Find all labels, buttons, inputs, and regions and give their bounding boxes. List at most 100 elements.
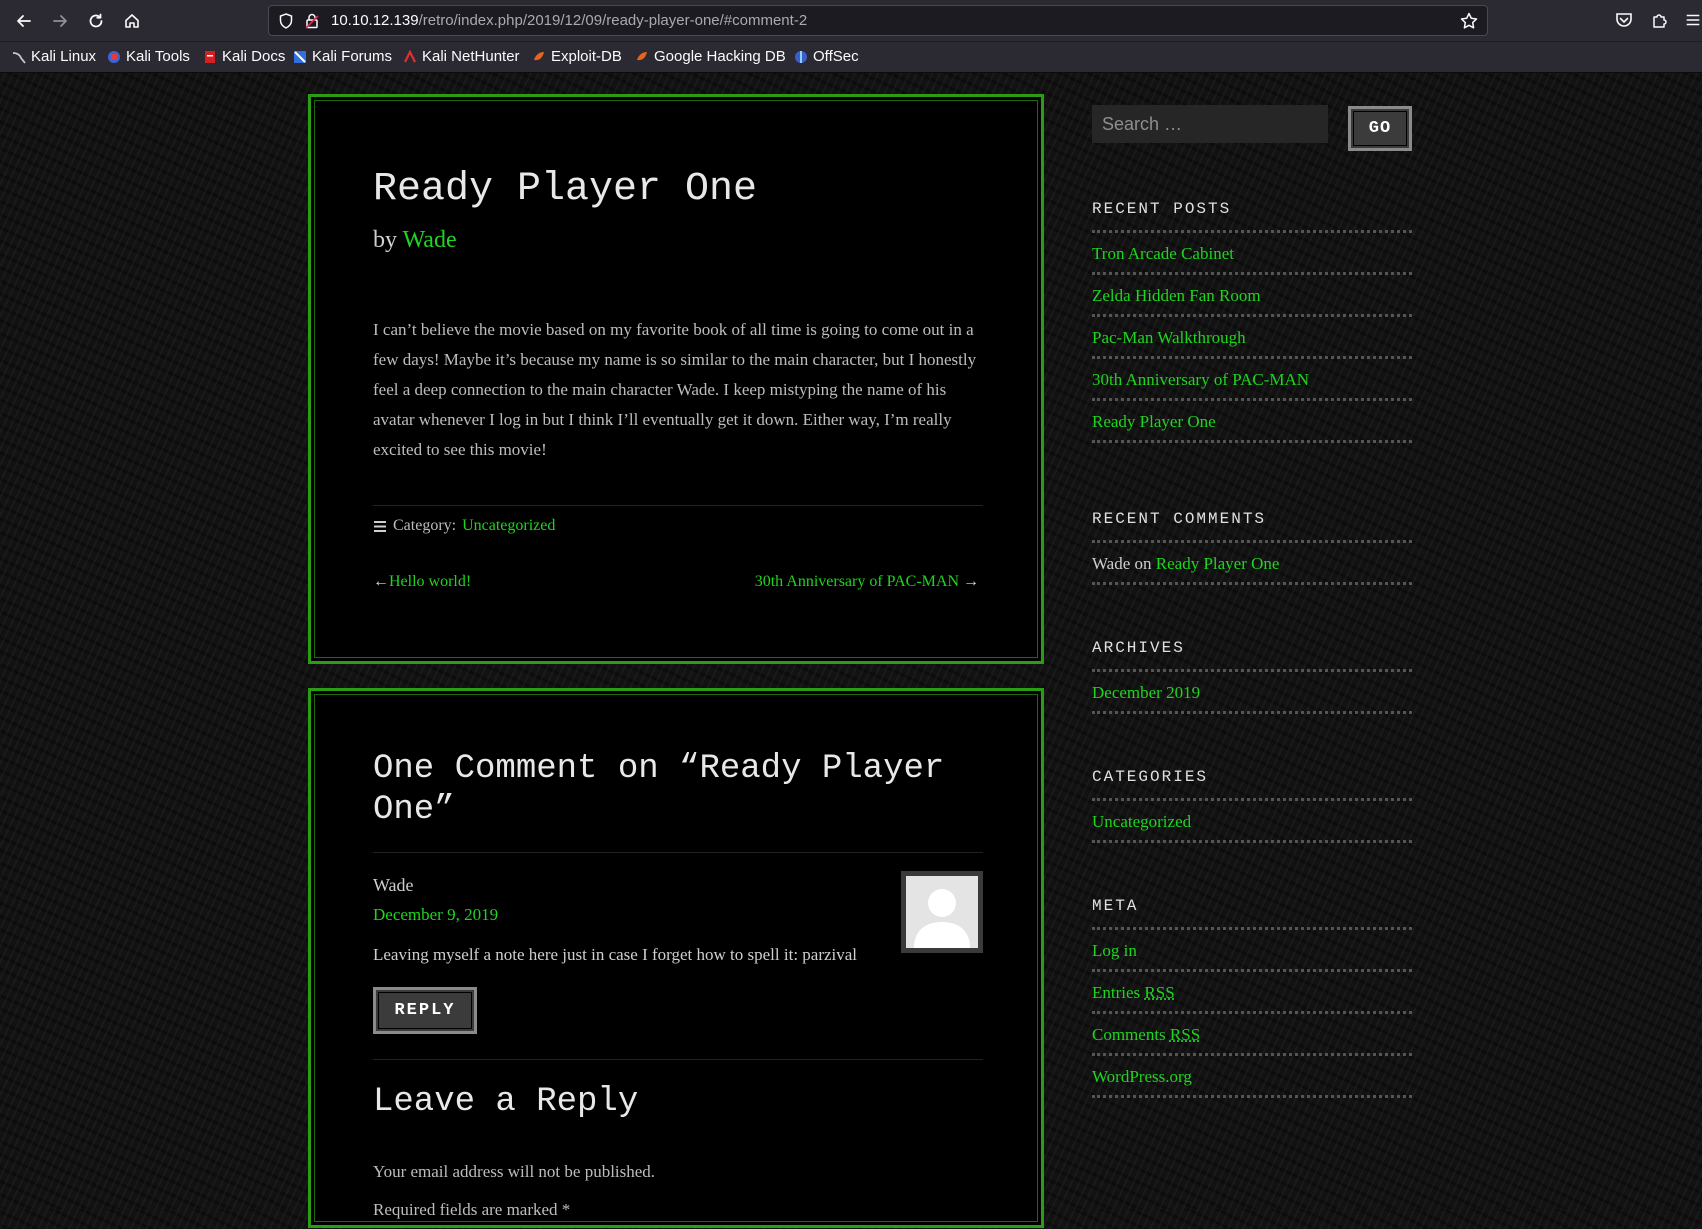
meta-link-text: Entries (1092, 983, 1145, 1002)
leave-reply-title: Leave a Reply (373, 1083, 639, 1121)
meta-comments-rss-link[interactable]: Comments RSS (1092, 1014, 1412, 1056)
insecure-lock-icon[interactable] (303, 12, 321, 30)
recent-comments-widget: RECENT COMMENTS Wade on Ready Player One (1092, 506, 1412, 585)
recent-post-link[interactable]: 30th Anniversary of PAC-MAN (1092, 359, 1412, 401)
bookmark-label: Kali Forums (312, 48, 393, 65)
post-byline: by Wade (373, 227, 457, 254)
meta-login-link[interactable]: Log in (1092, 930, 1412, 972)
meta-entries-rss-link[interactable]: Entries RSS (1092, 972, 1412, 1014)
bookmark-label: Kali Tools (126, 48, 190, 65)
meta-link-text: Comments (1092, 1025, 1170, 1044)
comment-date-link[interactable]: December 9, 2019 (373, 905, 498, 925)
address-bar[interactable]: 10.10.12.139/retro/index.php/2019/12/09/… (268, 5, 1488, 36)
recent-post-link[interactable]: Tron Arcade Cabinet (1092, 233, 1412, 275)
url-host: 10.10.12.139 (331, 12, 419, 29)
meta-wordpress-link[interactable]: WordPress.org (1092, 1056, 1412, 1098)
reply-form-notes: Your email address will not be published… (373, 1153, 655, 1229)
rss-abbr: RSS (1169, 1025, 1201, 1044)
meta-link-text: WordPress.org (1092, 1067, 1192, 1086)
bookmark-kali-linux[interactable]: Kali Linux (12, 48, 96, 65)
kali-forums-icon (294, 50, 306, 63)
post-title: Ready Player One (373, 167, 758, 212)
post-body: I can’t believe the movie based on my fa… (373, 320, 977, 459)
avatar (901, 871, 983, 953)
bookmark-kali-tools[interactable]: Kali Tools (107, 48, 190, 65)
categories-widget: CATEGORIES Uncategorized (1092, 764, 1412, 843)
nethunter-icon (404, 49, 416, 62)
recent-post-link[interactable]: Zelda Hidden Fan Room (1092, 275, 1412, 317)
bookmark-label: OffSec (813, 48, 859, 65)
exploit-db-icon (534, 51, 544, 60)
previous-post-title: Hello world! (389, 573, 472, 590)
url-path: /retro/index.php/2019/12/09/ready-player… (418, 12, 808, 29)
back-button[interactable] (9, 6, 39, 36)
comment-author: Wade (373, 875, 414, 895)
post-category: Category: Uncategorized (373, 517, 555, 535)
kali-dragon-icon (12, 51, 26, 64)
comments-title: One Comment on “Ready Player One” (373, 750, 945, 829)
bookmark-label: Kali Docs (222, 48, 286, 65)
recent-comment-author: Wade (1092, 554, 1131, 573)
browser-toolbar: 10.10.12.139/retro/index.php/2019/12/09/… (0, 0, 1702, 42)
email-note: Your email address will not be published… (373, 1162, 656, 1181)
widget-title: CATEGORIES (1092, 764, 1412, 801)
pocket-icon[interactable] (1614, 10, 1634, 30)
bookmark-label: Exploit-DB (551, 48, 622, 65)
previous-post-link[interactable]: ←Hello world! (373, 573, 471, 591)
category-link[interactable]: Uncategorized (462, 517, 555, 535)
required-note: Required fields are marked * (373, 1200, 571, 1219)
recent-post-link[interactable]: Pac-Man Walkthrough (1092, 317, 1412, 359)
bookmarks-toolbar: Kali Linux Kali Tools Kali Docs Kali For… (0, 42, 1702, 73)
bookmark-offsec[interactable]: OffSec (794, 48, 859, 65)
recent-comment-post-link[interactable]: Ready Player One (1156, 554, 1280, 573)
default-avatar-icon (914, 889, 970, 948)
search-input[interactable] (1092, 105, 1328, 143)
bookmark-label: Kali Linux (31, 48, 97, 65)
offsec-icon (795, 50, 807, 63)
kali-tools-icon (108, 50, 120, 63)
widget-title: META (1092, 893, 1412, 930)
reply-button[interactable]: REPLY (373, 987, 477, 1034)
category-menu-icon (374, 520, 386, 532)
url-text[interactable]: 10.10.12.139/retro/index.php/2019/12/09/… (331, 12, 807, 29)
home-button[interactable] (117, 6, 147, 36)
menu-icon[interactable] (1684, 10, 1702, 30)
recent-post-link[interactable]: Ready Player One (1092, 401, 1412, 443)
category-label: Category: (393, 517, 457, 534)
divider (373, 505, 983, 506)
arrow-left-icon: ← (373, 573, 389, 590)
forward-button[interactable] (45, 6, 75, 36)
bookmark-kali-nethunter[interactable]: Kali NetHunter (403, 48, 520, 65)
back-arrow-icon (17, 15, 31, 27)
bookmark-exploit-db[interactable]: Exploit-DB (532, 48, 622, 65)
comment-text: Leaving myself a note here just in case … (373, 945, 858, 964)
category-widget-link[interactable]: Uncategorized (1092, 801, 1412, 843)
divider (373, 1059, 983, 1060)
archive-link[interactable]: December 2019 (1092, 672, 1412, 714)
next-post-link[interactable]: 30th Anniversary of PAC-MAN → (755, 573, 979, 591)
bookmark-google-hacking-db[interactable]: Google Hacking DB (635, 48, 786, 65)
recent-posts-widget: RECENT POSTS Tron Arcade Cabinet Zelda H… (1092, 196, 1412, 443)
bookmark-star-icon[interactable] (1459, 11, 1479, 31)
post-author-link[interactable]: Wade (403, 227, 457, 253)
bookmark-kali-docs[interactable]: Kali Docs (203, 48, 285, 65)
ghdb-icon (637, 51, 647, 60)
bookmark-kali-forums[interactable]: Kali Forums (293, 48, 392, 65)
bookmark-label: Google Hacking DB (654, 48, 786, 65)
kali-docs-icon (205, 50, 215, 63)
reload-icon (89, 13, 103, 28)
rss-abbr: RSS (1144, 983, 1175, 1002)
widget-title: RECENT COMMENTS (1092, 506, 1412, 543)
widget-title: RECENT POSTS (1092, 196, 1412, 233)
extensions-icon[interactable] (1650, 10, 1670, 30)
archives-widget: ARCHIVES December 2019 (1092, 635, 1412, 714)
post-card: Ready Player One by Wade I can’t believe… (308, 94, 1044, 664)
recent-comment-item: Wade on Ready Player One (1092, 543, 1412, 585)
comments-card: One Comment on “Ready Player One” Wade D… (308, 688, 1044, 1228)
search-go-button[interactable]: GO (1348, 106, 1412, 151)
byline-prefix: by (373, 227, 397, 253)
meta-link-text: Log in (1092, 941, 1137, 960)
recent-comment-on: on (1134, 554, 1152, 573)
shield-icon[interactable] (277, 12, 295, 30)
reload-button[interactable] (81, 6, 111, 36)
